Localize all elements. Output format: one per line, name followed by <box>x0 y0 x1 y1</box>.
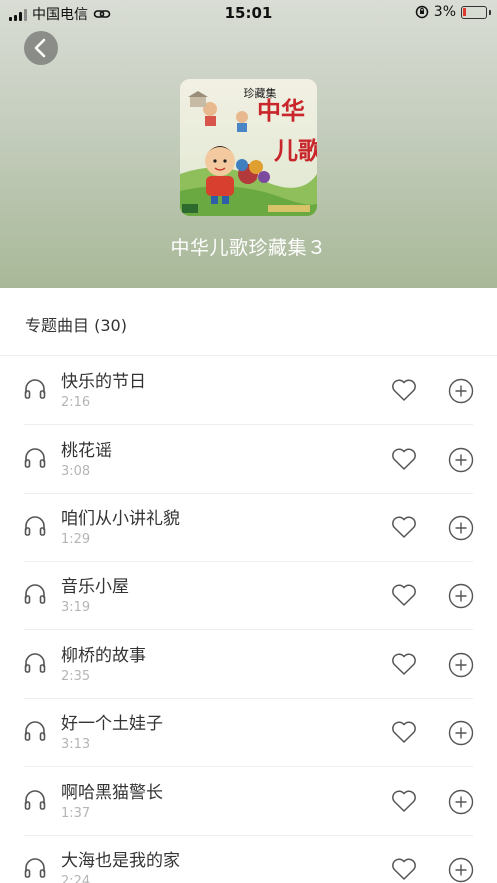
plus-circle-icon[interactable] <box>448 515 474 541</box>
album-header: 中国电信 15:01 3% 中华 儿歌 珍藏集 中华儿歌珍藏集３ <box>0 0 497 288</box>
heart-icon[interactable] <box>391 515 417 539</box>
track-row[interactable]: 桃花谣 3:08 <box>24 426 474 494</box>
battery-percent: 3% <box>433 4 456 20</box>
track-duration: 2:35 <box>61 669 91 684</box>
track-duration: 3:08 <box>61 464 91 479</box>
plus-circle-icon[interactable] <box>448 857 474 883</box>
track-title: 柳桥的故事 <box>61 646 146 666</box>
track-duration: 1:37 <box>61 806 91 821</box>
track-title: 啊哈黑猫警长 <box>61 783 163 803</box>
track-row[interactable]: 快乐的节日 2:16 <box>24 357 474 425</box>
heart-icon[interactable] <box>391 652 417 676</box>
heart-icon[interactable] <box>391 720 417 744</box>
chevron-left-icon <box>34 38 46 58</box>
track-row[interactable]: 咱们从小讲礼貌 1:29 <box>24 494 474 562</box>
heart-icon[interactable] <box>391 378 417 402</box>
track-duration: 3:19 <box>61 600 91 615</box>
track-duration: 1:29 <box>61 532 91 547</box>
album-cover-art: 中华 儿歌 珍藏集 <box>180 79 317 216</box>
cover-subtitle: 珍藏集 <box>244 86 277 100</box>
album-title: 中华儿歌珍藏集３ <box>170 237 327 259</box>
headphones-icon <box>24 790 46 810</box>
heart-icon[interactable] <box>391 857 417 881</box>
track-row[interactable]: 柳桥的故事 2:35 <box>24 631 474 699</box>
track-duration: 3:13 <box>61 737 91 752</box>
plus-circle-icon[interactable] <box>448 720 474 746</box>
plus-circle-icon[interactable] <box>448 789 474 815</box>
section-title: 专题曲目 (30) <box>25 316 127 335</box>
headphones-icon <box>24 721 46 741</box>
track-row[interactable]: 啊哈黑猫警长 1:37 <box>24 768 474 836</box>
album-cover: 中华 儿歌 珍藏集 <box>180 79 317 216</box>
headphones-icon <box>24 516 46 536</box>
orientation-lock-icon <box>415 5 429 19</box>
track-row[interactable]: 音乐小屋 3:19 <box>24 562 474 630</box>
track-title: 大海也是我的家 <box>61 851 180 871</box>
track-title: 快乐的节日 <box>61 372 146 392</box>
track-duration: 2:24 <box>61 874 91 883</box>
cover-title-part-1: 中华 <box>257 96 305 125</box>
heart-icon[interactable] <box>391 447 417 471</box>
heart-icon[interactable] <box>391 789 417 813</box>
headphones-icon <box>24 858 46 878</box>
heart-icon[interactable] <box>391 583 417 607</box>
track-title: 音乐小屋 <box>61 577 129 597</box>
back-button[interactable] <box>24 31 58 65</box>
plus-circle-icon[interactable] <box>448 583 474 609</box>
track-row[interactable]: 好一个土娃子 3:13 <box>24 699 474 767</box>
track-title: 咱们从小讲礼貌 <box>61 509 180 529</box>
track-title: 桃花谣 <box>61 441 112 461</box>
status-bar: 中国电信 15:01 3% <box>0 0 497 26</box>
headphones-icon <box>24 448 46 468</box>
track-duration: 2:16 <box>61 395 91 410</box>
headphones-icon <box>24 584 46 604</box>
plus-circle-icon[interactable] <box>448 378 474 404</box>
plus-circle-icon[interactable] <box>448 447 474 473</box>
track-title: 好一个土娃子 <box>61 714 163 734</box>
plus-circle-icon[interactable] <box>448 652 474 678</box>
battery-icon <box>461 5 491 19</box>
track-list-header: 专题曲目 (30) <box>0 288 497 356</box>
headphones-icon <box>24 653 46 673</box>
headphones-icon <box>24 379 46 399</box>
cover-title-part-2: 儿歌 <box>274 136 317 165</box>
track-row[interactable]: 大海也是我的家 2:24 <box>24 836 474 883</box>
